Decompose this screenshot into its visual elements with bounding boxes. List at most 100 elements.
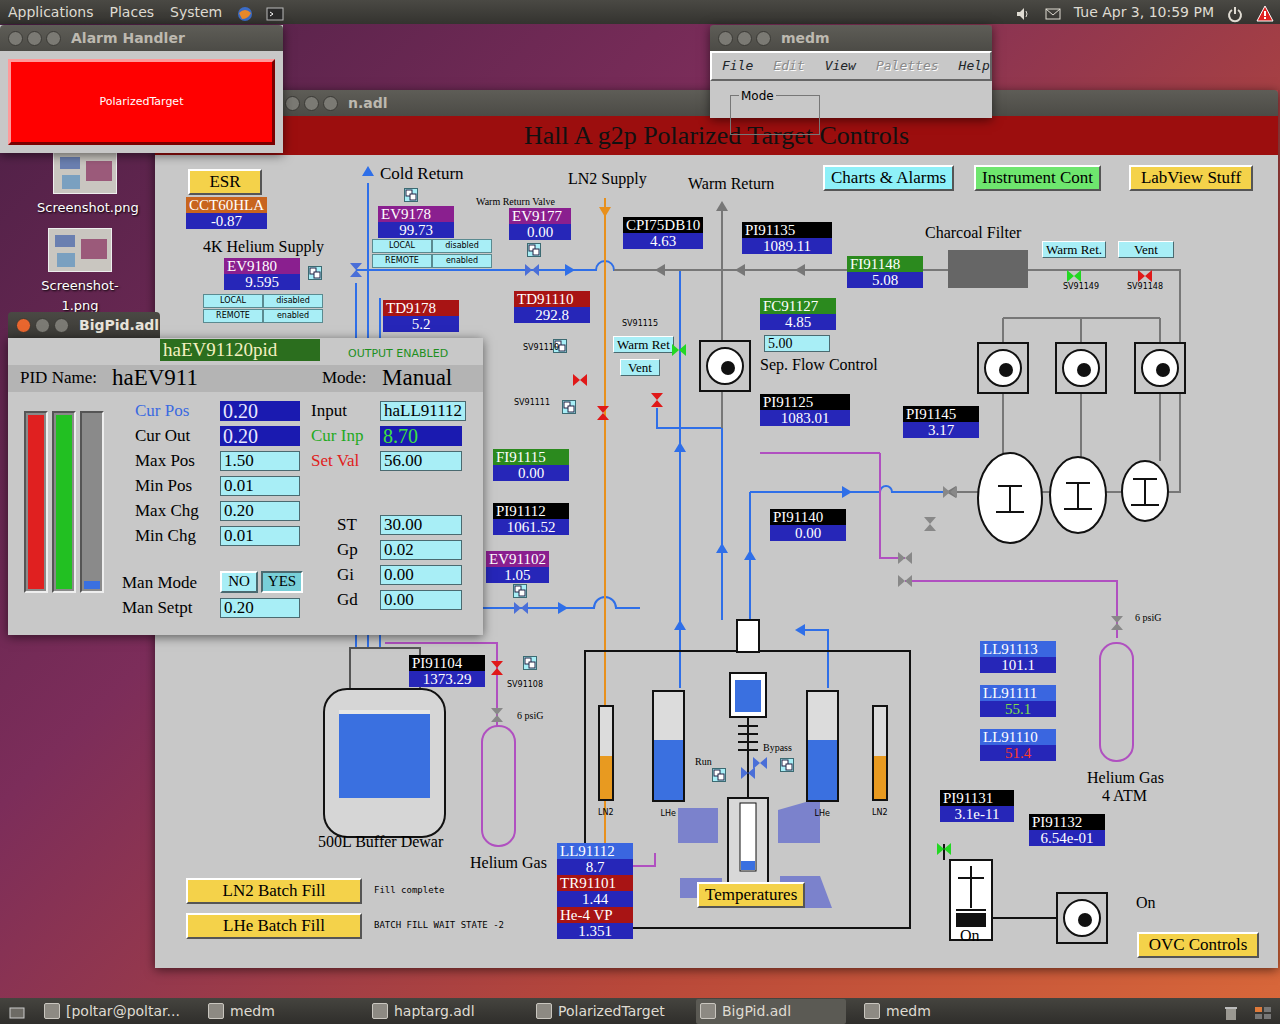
man-setpoint-field[interactable]: 0.20 [220, 598, 300, 618]
close-button[interactable] [8, 31, 23, 46]
panel-menu[interactable]: Places [108, 2, 157, 23]
access-toggle[interactable]: LOCAL [203, 294, 263, 308]
menu-item[interactable]: Help [959, 56, 990, 76]
valve-button[interactable]: Warm Ret. [1042, 241, 1106, 258]
man-mode-option[interactable]: NO [220, 571, 258, 593]
alarm-group-button[interactable]: PolarizedTarget [8, 59, 275, 145]
menu-item[interactable]: View [825, 56, 856, 76]
power-icon[interactable] [1226, 3, 1244, 21]
taskbar-label: haptarg.adl [394, 1001, 475, 1022]
show-desktop-icon[interactable] [8, 1002, 26, 1020]
volume-icon[interactable] [1014, 3, 1032, 21]
close-button[interactable] [718, 31, 733, 46]
entry-field[interactable]: 1.50 [220, 451, 300, 471]
title-bar[interactable]: BigPid.adl [8, 312, 160, 338]
solenoid-valve-icon[interactable] [1066, 263, 1082, 279]
solenoid-valve-icon[interactable] [936, 836, 952, 852]
title-bar[interactable]: medm [710, 25, 992, 51]
entry-field[interactable]: 56.00 [380, 451, 462, 471]
related-display-button[interactable]: Charts & Alarms [823, 165, 954, 191]
desktop-icon[interactable]: Screenshot-1.png [32, 228, 128, 315]
minimize-button[interactable] [304, 96, 319, 111]
related-display-icon[interactable] [523, 656, 537, 670]
solenoid-valve-icon[interactable] [1137, 263, 1153, 279]
alert-icon[interactable] [1256, 3, 1274, 21]
related-display-button[interactable]: LHe Batch Fill [186, 913, 362, 939]
access-toggle[interactable]: enabled [432, 254, 492, 268]
minimize-button[interactable] [35, 318, 50, 333]
entry-field[interactable]: haLL91112 [380, 401, 466, 421]
pv-readout: TD91785.2 [383, 300, 459, 332]
valve-button[interactable]: Vent [1118, 241, 1174, 258]
close-button[interactable] [285, 96, 300, 111]
minimize-button[interactable] [737, 31, 752, 46]
taskbar-item[interactable]: medm [204, 999, 354, 1024]
access-toggle[interactable]: LOCAL [372, 239, 432, 253]
valve-button[interactable]: Vent [620, 359, 660, 376]
entry-field[interactable]: 0.00 [380, 565, 462, 585]
title-bar[interactable]: Alarm Handler [0, 25, 283, 51]
trash-icon[interactable] [1222, 1002, 1240, 1020]
taskbar-item[interactable]: BigPid.adl [696, 999, 846, 1024]
access-toggle[interactable]: disabled [263, 294, 323, 308]
access-toggle[interactable]: REMOTE [203, 309, 263, 323]
maximize-button[interactable] [46, 31, 61, 46]
access-toggle[interactable]: disabled [432, 239, 492, 253]
flow-setpoint-field[interactable]: 5.00 [764, 335, 830, 352]
valve-button[interactable]: Warm Ret [613, 336, 674, 353]
related-display-icon[interactable] [308, 266, 322, 280]
menu-item[interactable]: File [722, 56, 753, 76]
entry-field[interactable]: 0.20 [220, 501, 300, 521]
maximize-button[interactable] [756, 31, 771, 46]
pv-readout: PI911326.54e-01 [1029, 814, 1105, 846]
entry-field[interactable]: 0.01 [220, 476, 300, 496]
desktop-icon[interactable]: Screenshot.png [37, 150, 133, 218]
related-display-icon[interactable] [780, 758, 794, 772]
window-icon [44, 1003, 60, 1019]
access-toggle[interactable]: REMOTE [372, 254, 432, 268]
solenoid-valve-icon[interactable] [489, 655, 505, 671]
entry-field[interactable]: 0.01 [220, 526, 300, 546]
mail-icon[interactable] [1044, 3, 1062, 21]
taskbar-item[interactable]: PolarizedTarget [532, 999, 682, 1024]
related-display-icon[interactable] [404, 188, 418, 202]
clock[interactable]: Tue Apr 3, 10:59 PM [1074, 2, 1214, 23]
man-mode-option[interactable]: YES [261, 571, 303, 593]
maximize-button[interactable] [323, 96, 338, 111]
solenoid-valve-icon[interactable] [649, 387, 665, 403]
panel-menu[interactable]: Applications [6, 2, 96, 23]
related-display-button[interactable]: LabView Stuff [1129, 165, 1253, 191]
panel-menu[interactable]: System [168, 2, 224, 23]
terminal-icon[interactable] [266, 3, 284, 21]
taskbar-item[interactable]: medm [860, 999, 1010, 1024]
solenoid-valve-icon[interactable] [671, 337, 687, 353]
taskbar: [poltar@poltar... medm haptarg.adl Polarize… [0, 998, 1280, 1024]
related-display-button[interactable]: LN2 Batch Fill [186, 878, 362, 904]
pv-value: 0.00 [493, 465, 569, 481]
maximize-button[interactable] [54, 318, 69, 333]
pv-name: FC91127 [760, 298, 836, 314]
minimize-button[interactable] [27, 31, 42, 46]
access-toggle[interactable]: enabled [263, 309, 323, 323]
related-display-icon[interactable] [513, 584, 527, 598]
entry-field[interactable]: 0.02 [380, 540, 462, 560]
workspace-icon[interactable] [1254, 1002, 1272, 1020]
related-display-button[interactable]: Temperatures [697, 882, 805, 908]
taskbar-item[interactable]: haptarg.adl [368, 999, 518, 1024]
related-display-button[interactable]: Instrument Cont [974, 165, 1101, 191]
pv-name: He-4 VP [557, 907, 633, 923]
browser-icon[interactable] [236, 3, 254, 21]
related-display-button[interactable]: OVC Controls [1137, 932, 1259, 958]
close-button[interactable] [16, 318, 31, 333]
solenoid-valve-icon[interactable] [572, 367, 588, 383]
entry-field[interactable]: 30.00 [380, 515, 462, 535]
related-display-icon[interactable] [562, 400, 576, 414]
related-display-icon[interactable] [712, 768, 726, 782]
related-display-icon[interactable] [527, 243, 541, 257]
pv-value: 1.05 [486, 567, 549, 583]
solenoid-valve-icon[interactable] [595, 400, 611, 416]
related-display-button[interactable]: ESR [188, 169, 262, 195]
taskbar-item[interactable]: [poltar@poltar... [40, 999, 190, 1024]
entry-field[interactable]: 0.00 [380, 590, 462, 610]
diagram-label: Cold Return [380, 165, 464, 184]
